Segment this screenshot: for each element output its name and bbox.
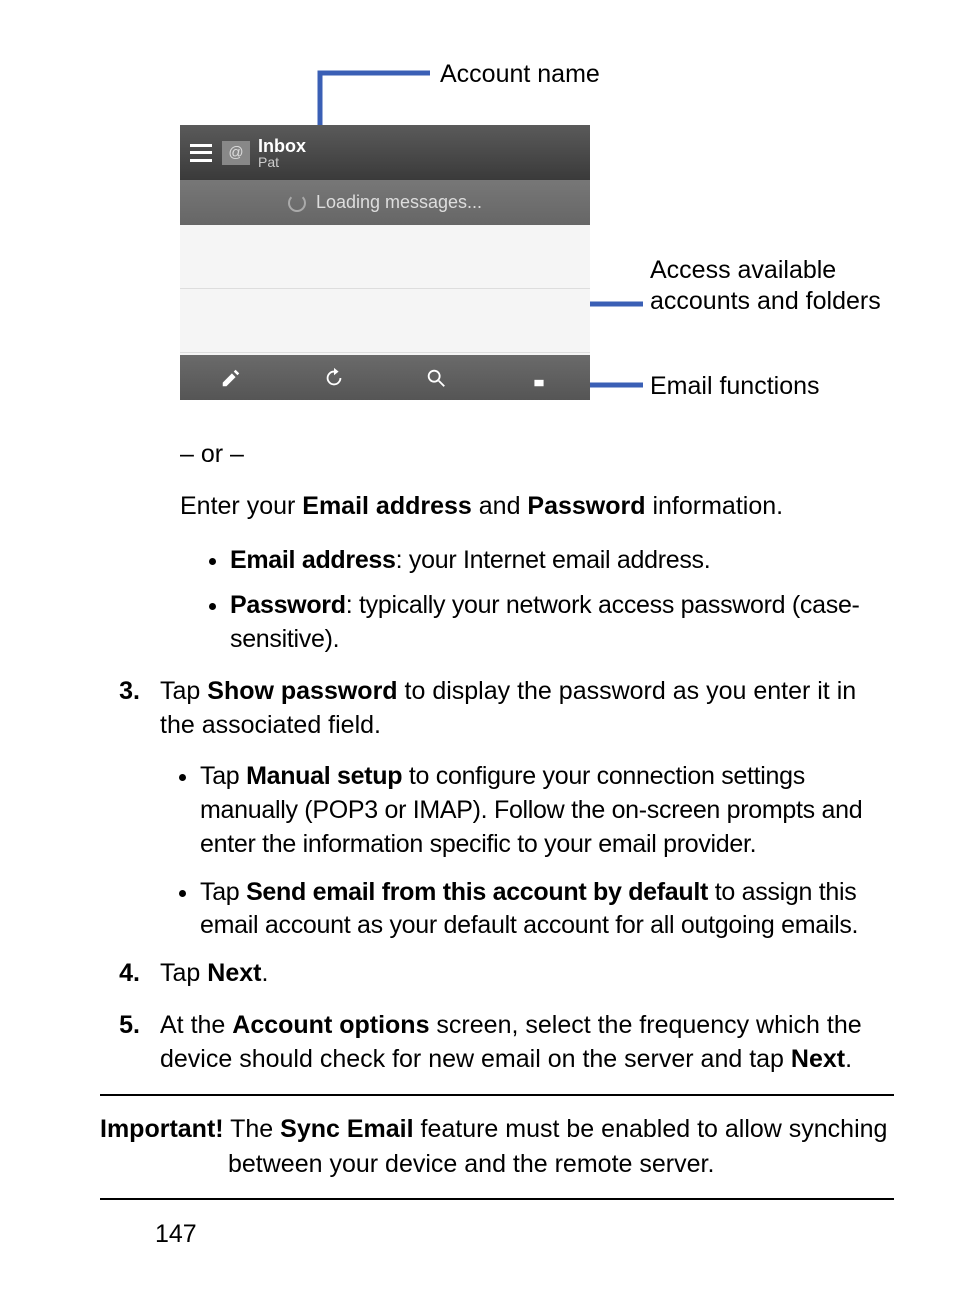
text: Tap: [200, 878, 246, 906]
at-icon: @: [222, 141, 250, 165]
text: Tap: [200, 762, 246, 790]
text: At the: [160, 1011, 232, 1039]
account-sub-label: Pat: [258, 155, 306, 169]
text: .: [261, 959, 268, 987]
step-3: 3. Tap Show password to display the pass…: [100, 675, 894, 743]
text: The: [224, 1115, 281, 1143]
important-line2: between your device and the remote serve…: [100, 1147, 894, 1182]
list-item: Password: typically your network access …: [230, 589, 894, 657]
refresh-icon: [323, 367, 345, 389]
bold-manual-setup: Manual setup: [246, 762, 402, 790]
document-content: – or – Enter your Email address and Pass…: [100, 438, 894, 1252]
spinner-icon: [288, 194, 306, 212]
credential-bullets: Email address: your Internet email addre…: [210, 544, 894, 657]
compose-icon: [220, 367, 242, 389]
step-number: 5.: [100, 1009, 160, 1077]
bold-default-account: Send email from this account by default: [246, 878, 708, 906]
step-3-sub: Tap Manual setup to configure your conne…: [160, 760, 894, 943]
ui-row: [180, 289, 590, 353]
important-label: Important!: [100, 1115, 224, 1143]
step-5: 5. At the Account options screen, select…: [100, 1009, 894, 1077]
step-number: 4.: [100, 957, 160, 991]
loading-text: Loading messages...: [316, 192, 482, 213]
bold-next: Next: [207, 959, 261, 987]
more-icon: [528, 367, 550, 389]
bold-password: Password: [527, 492, 645, 520]
callout-email-functions: Email functions: [650, 372, 820, 401]
figure-with-callouts: Account name Access available accounts a…: [180, 60, 954, 430]
text: information.: [646, 492, 784, 520]
callout-access-accounts: Access available accounts and folders: [650, 255, 900, 318]
text: Tap: [160, 959, 207, 987]
menu-icon: [190, 144, 212, 162]
step-body: Tap Show password to display the passwor…: [160, 675, 894, 743]
step-4: 4. Tap Next.: [100, 957, 894, 991]
callout-account-name: Account name: [440, 60, 600, 89]
bold-email-address: Email address: [302, 492, 472, 520]
list-item: Tap Manual setup to configure your conne…: [200, 760, 894, 861]
text: Enter your: [180, 492, 302, 520]
bold-text: Password: [230, 591, 346, 619]
bold-account-options: Account options: [232, 1011, 429, 1039]
ui-row: [180, 225, 590, 289]
ui-header: @ Inbox Pat: [180, 125, 590, 180]
divider: [100, 1094, 894, 1096]
step-number: 3.: [100, 675, 160, 743]
bold-sync-email: Sync Email: [280, 1115, 413, 1143]
search-icon: [425, 367, 447, 389]
step-body: At the Account options screen, select th…: [160, 1009, 894, 1077]
list-item: Tap Send email from this account by defa…: [200, 876, 894, 944]
divider: [100, 1198, 894, 1200]
bold-text: Email address: [230, 546, 396, 574]
phone-ui-mock: @ Inbox Pat Loading messages...: [180, 125, 590, 400]
text: : your Internet email address.: [396, 546, 711, 574]
inbox-label: Inbox: [258, 137, 306, 155]
enter-instruction: Enter your Email address and Password in…: [180, 490, 894, 524]
ui-footer: [180, 355, 590, 400]
text: Tap: [160, 677, 207, 705]
text: .: [845, 1045, 852, 1073]
page-number: 147: [155, 1218, 894, 1252]
ui-body: [180, 225, 590, 355]
bold-show-password: Show password: [207, 677, 397, 705]
bold-next: Next: [791, 1045, 845, 1073]
loading-bar: Loading messages...: [180, 180, 590, 225]
step-body: Tap Next.: [160, 957, 894, 991]
important-block: Important! The Sync Email feature must b…: [100, 1112, 894, 1182]
text: and: [472, 492, 528, 520]
or-text: – or –: [180, 438, 894, 472]
text: feature must be enabled to allow synchin…: [414, 1115, 888, 1143]
list-item: Email address: your Internet email addre…: [230, 544, 894, 578]
